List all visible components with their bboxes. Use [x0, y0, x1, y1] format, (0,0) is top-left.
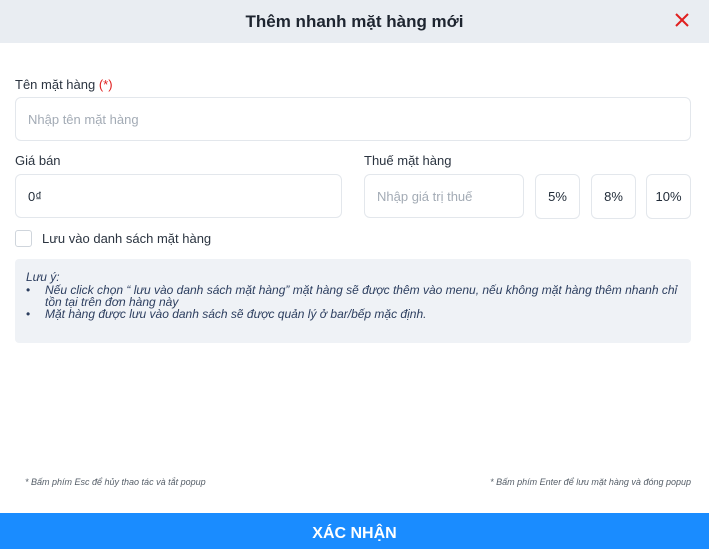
- save-to-list-label: Lưu vào danh sách mặt hàng: [42, 231, 212, 246]
- item-name-label: Tên mặt hàng (*): [15, 77, 113, 92]
- note-item-text: Nếu click chọn “ lưu vào danh sách mặt h…: [45, 283, 678, 309]
- dialog-header: Thêm nhanh mặt hàng mới: [0, 0, 709, 43]
- note-title: Lưu ý:: [26, 270, 60, 284]
- tax-option-10[interactable]: 10%: [646, 174, 691, 219]
- save-to-list-checkbox[interactable]: [15, 230, 32, 247]
- bullet-icon: •: [26, 283, 31, 297]
- esc-hint: * Bấm phím Esc để hủy thao tác và tắt po…: [25, 477, 206, 487]
- note-item-text: Mặt hàng được lưu vào danh sách sẽ được …: [45, 307, 427, 321]
- confirm-button[interactable]: XÁC NHẬN: [0, 513, 709, 549]
- bullet-icon: •: [26, 307, 31, 321]
- enter-hint: * Bấm phím Enter để lưu mặt hàng và đóng…: [490, 477, 691, 487]
- price-input[interactable]: [15, 174, 342, 218]
- note-box: Lưu ý: • Nếu click chọn “ lưu vào danh s…: [15, 259, 691, 343]
- tax-value-input[interactable]: [364, 174, 524, 218]
- save-to-list-row[interactable]: Lưu vào danh sách mặt hàng: [15, 230, 211, 247]
- close-button[interactable]: [671, 9, 693, 31]
- tax-option-8[interactable]: 8%: [591, 174, 636, 219]
- tax-option-5[interactable]: 5%: [535, 174, 580, 219]
- required-mark: (*): [98, 77, 113, 92]
- price-label: Giá bán: [15, 153, 61, 168]
- item-name-input[interactable]: [15, 97, 691, 141]
- item-name-label-text: Tên mặt hàng: [15, 77, 96, 92]
- dialog-title: Thêm nhanh mặt hàng mới: [245, 12, 464, 31]
- note-item: • Mặt hàng được lưu vào danh sách sẽ đượ…: [26, 308, 679, 320]
- note-item: • Nếu click chọn “ lưu vào danh sách mặt…: [26, 284, 679, 308]
- close-x-icon: [675, 13, 689, 27]
- tax-label: Thuế mặt hàng: [364, 153, 452, 168]
